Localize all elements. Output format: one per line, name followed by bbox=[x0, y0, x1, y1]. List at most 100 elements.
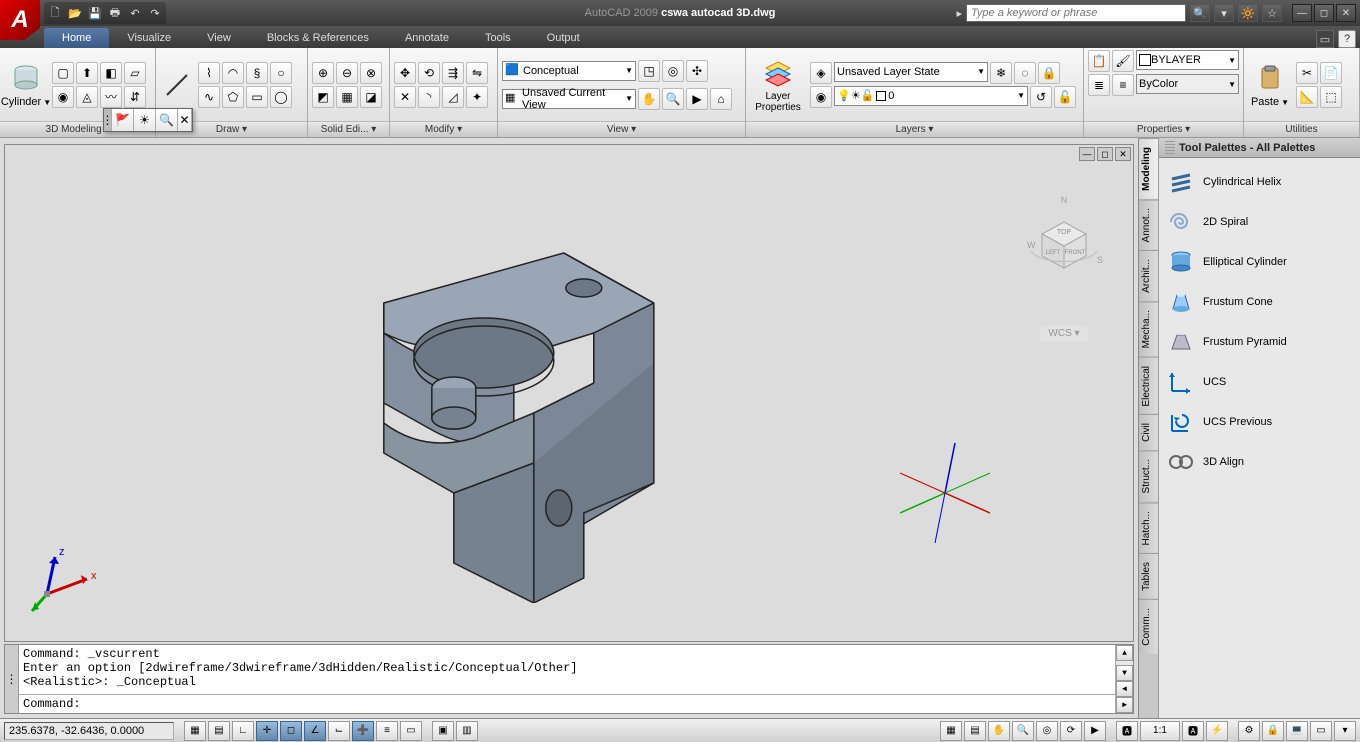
favorites-icon[interactable]: ☆ bbox=[1262, 4, 1282, 22]
pitem-fcone[interactable]: Frustum Cone bbox=[1163, 282, 1356, 322]
tab-home[interactable]: Home bbox=[44, 28, 109, 48]
redo-icon[interactable]: ↷ bbox=[146, 4, 164, 22]
thicken-icon[interactable]: ▦ bbox=[336, 86, 358, 108]
pitem-helix[interactable]: Cylindrical Helix bbox=[1163, 162, 1356, 202]
tab-output[interactable]: Output bbox=[529, 28, 598, 48]
layer-off-icon[interactable]: ◌ bbox=[1014, 62, 1036, 84]
annovis-icon[interactable]: 🅰 bbox=[1182, 721, 1204, 741]
spline-icon[interactable]: ∿ bbox=[198, 86, 220, 108]
cmd-scroll-down[interactable]: ▼ bbox=[1116, 665, 1133, 681]
cylinder-button[interactable]: Cylinder▼ bbox=[4, 60, 48, 110]
scale-readout[interactable]: 1:1 bbox=[1140, 721, 1180, 741]
measure-icon[interactable]: 📐 bbox=[1296, 86, 1318, 108]
sb-wheel-icon[interactable]: ◎ bbox=[1036, 721, 1058, 741]
polar-button[interactable]: ✛ bbox=[256, 721, 278, 741]
lwt-button[interactable]: ≡ bbox=[376, 721, 398, 741]
circle-icon[interactable]: ○ bbox=[270, 62, 292, 84]
grid-button[interactable]: ▤ bbox=[208, 721, 230, 741]
tab-tools[interactable]: Tools bbox=[467, 28, 529, 48]
layout-button[interactable]: ▥ bbox=[456, 721, 478, 741]
ptab-annot[interactable]: Annot... bbox=[1139, 199, 1158, 250]
sweep-icon[interactable]: 〰 bbox=[100, 86, 122, 108]
float-close-icon[interactable]: ✕ bbox=[178, 109, 192, 131]
view-cube-icon[interactable]: ◳ bbox=[638, 60, 660, 82]
steering-icon[interactable]: ◎ bbox=[662, 60, 684, 82]
color-combo[interactable]: BYLAYER▼ bbox=[1136, 50, 1239, 70]
move3d-icon[interactable]: ✥ bbox=[394, 62, 416, 84]
cut-icon[interactable]: ✂ bbox=[1296, 62, 1318, 84]
ptab-mecha[interactable]: Mecha... bbox=[1139, 301, 1158, 356]
polysolid-icon[interactable]: ◧ bbox=[100, 62, 122, 84]
ws-switch-icon[interactable]: ⚙ bbox=[1238, 721, 1260, 741]
subtract-icon[interactable]: ⊖ bbox=[336, 62, 358, 84]
undo-icon[interactable]: ↶ bbox=[126, 4, 144, 22]
align3d-icon[interactable]: ⇶ bbox=[442, 62, 464, 84]
presspull-icon[interactable]: ⇵ bbox=[124, 86, 146, 108]
tab-visualize[interactable]: Visualize bbox=[109, 28, 189, 48]
erase-icon[interactable]: ✕ bbox=[394, 86, 416, 108]
float-search-icon[interactable]: 🔍 bbox=[156, 109, 178, 131]
revolve-icon[interactable]: ◉ bbox=[52, 86, 74, 108]
panel-title-solidedit[interactable]: Solid Edi... ▾ bbox=[308, 121, 389, 137]
pitem-3dalign[interactable]: 3D Align bbox=[1163, 442, 1356, 482]
pitem-fpyr[interactable]: Frustum Pyramid bbox=[1163, 322, 1356, 362]
cmd-scroll-up[interactable]: ▲ bbox=[1116, 645, 1133, 661]
maximize-button[interactable]: ◻ bbox=[1314, 4, 1334, 22]
pitem-ellcyl[interactable]: Elliptical Cylinder bbox=[1163, 242, 1356, 282]
floating-toolbar[interactable]: ⋮ 🚩 ☀ 🔍 ✕ bbox=[103, 108, 193, 132]
chamfer-icon[interactable]: ◿ bbox=[442, 86, 464, 108]
ortho-button[interactable]: ∟ bbox=[232, 721, 254, 741]
fillet-icon[interactable]: ◝ bbox=[418, 86, 440, 108]
layer-iso-icon[interactable]: ◈ bbox=[810, 62, 832, 84]
ptab-civil[interactable]: Civil bbox=[1139, 414, 1158, 450]
loft-icon[interactable]: ◬ bbox=[76, 86, 98, 108]
cleanscreen-icon[interactable]: ▭ bbox=[1310, 721, 1332, 741]
layer-properties-button[interactable]: Layer Properties bbox=[750, 55, 806, 115]
props-icon[interactable]: 📋 bbox=[1088, 50, 1110, 72]
rectangle-icon[interactable]: ▭ bbox=[246, 86, 268, 108]
ptab-tables[interactable]: Tables bbox=[1139, 553, 1158, 599]
ellipse-icon[interactable]: ◯ bbox=[270, 86, 292, 108]
ptab-electrical[interactable]: Electrical bbox=[1139, 357, 1158, 415]
ducs-button[interactable]: ⌙ bbox=[328, 721, 350, 741]
comm-center-icon[interactable]: ▾ bbox=[1214, 4, 1234, 22]
panel-title-view[interactable]: View ▾ bbox=[498, 121, 745, 137]
hardware-accel-icon[interactable]: 💻 bbox=[1286, 721, 1308, 741]
panel-title-modify[interactable]: Modify ▾ bbox=[390, 121, 497, 137]
cmd-scroll-right[interactable]: ► bbox=[1116, 697, 1133, 713]
layer-previous-icon[interactable]: ↺ bbox=[1030, 86, 1052, 108]
cmd-scroll-left[interactable]: ◄ bbox=[1116, 681, 1133, 697]
new-icon[interactable]: 🗋 bbox=[46, 4, 64, 22]
search-button[interactable]: 🔍 bbox=[1190, 4, 1210, 22]
mirror3d-icon[interactable]: ⇋ bbox=[466, 62, 488, 84]
vp-close-icon[interactable]: ✕ bbox=[1115, 147, 1131, 161]
copy-icon[interactable]: 📄 bbox=[1320, 62, 1342, 84]
imprint-icon[interactable]: ◪ bbox=[360, 86, 382, 108]
pitem-spiral[interactable]: 2D Spiral bbox=[1163, 202, 1356, 242]
linetype-combo[interactable]: ByColor▼ bbox=[1136, 74, 1239, 94]
qp-button[interactable]: ▭ bbox=[400, 721, 422, 741]
sub-center-icon[interactable]: 🔆 bbox=[1238, 4, 1258, 22]
visual-style-combo[interactable]: 🟦 Conceptual▼ bbox=[502, 61, 636, 81]
float-render-icon[interactable]: ☀ bbox=[134, 109, 156, 131]
qvlayouts-button[interactable]: ▤ bbox=[964, 721, 986, 741]
arc-icon[interactable]: ◠ bbox=[222, 62, 244, 84]
ribbon-minimize-icon[interactable]: ▭ bbox=[1316, 30, 1334, 48]
ptab-archit[interactable]: Archit... bbox=[1139, 250, 1158, 301]
cmd-resize-handle[interactable]: ⋮ bbox=[5, 645, 19, 713]
matchprops-icon[interactable]: 🖌 bbox=[1112, 50, 1134, 72]
pitem-ucs[interactable]: UCS bbox=[1163, 362, 1356, 402]
ptab-modeling[interactable]: Modeling bbox=[1139, 138, 1158, 199]
layer-current-combo[interactable]: 💡 ☀ 🔓 0▼ bbox=[834, 86, 1028, 106]
tab-blocks[interactable]: Blocks & References bbox=[249, 28, 387, 48]
open-icon[interactable]: 📂 bbox=[66, 4, 84, 22]
line-button[interactable] bbox=[160, 67, 194, 103]
sb-motion-icon[interactable]: ▶ bbox=[1084, 721, 1106, 741]
ptab-hatch[interactable]: Hatch... bbox=[1139, 502, 1158, 553]
extrude-icon[interactable]: ⬆ bbox=[76, 62, 98, 84]
minimize-button[interactable]: — bbox=[1292, 4, 1312, 22]
slice-icon[interactable]: ◩ bbox=[312, 86, 334, 108]
viewcube[interactable]: N W S TOP LEFT FRONT WCS ▾ bbox=[1019, 193, 1109, 341]
union-icon[interactable]: ⊕ bbox=[312, 62, 334, 84]
panel-title-properties[interactable]: Properties ▾ bbox=[1084, 121, 1243, 137]
